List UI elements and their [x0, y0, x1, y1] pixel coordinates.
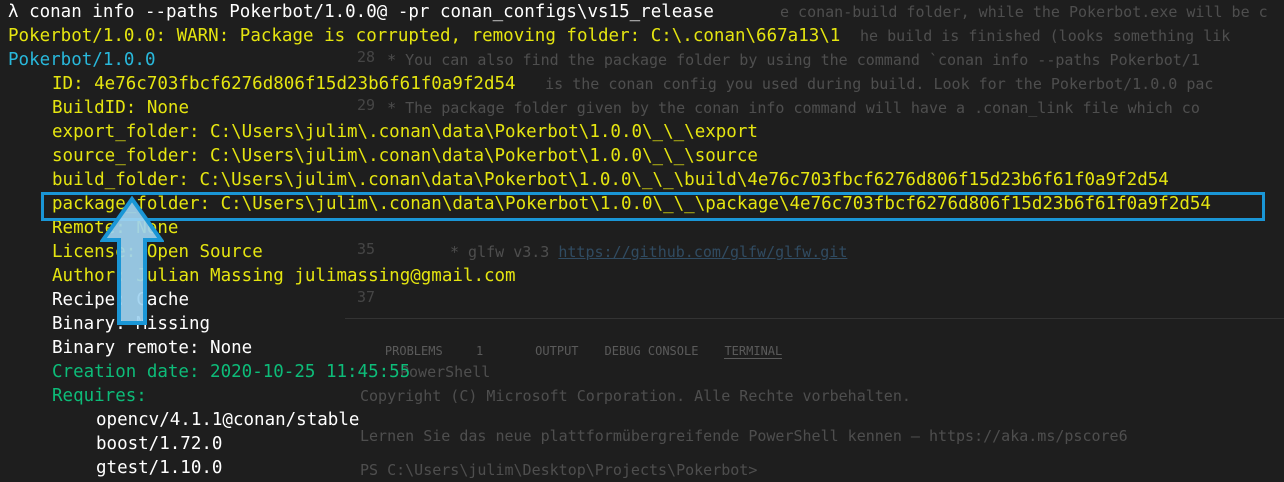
requires-item: boost/1.72.0	[96, 434, 223, 454]
field-value: C:\Users\julim\.conan\data\Pokerbot\1.0.…	[199, 146, 758, 166]
field-key: Requires:	[52, 386, 147, 406]
field-value: 4e76c703fbcf6276d806f15d23b6f61f0a9f2d54	[83, 74, 516, 94]
field-value: None	[136, 98, 189, 118]
field-binary-remote: Binary remote: None	[52, 336, 252, 360]
field-key: BuildID:	[52, 98, 137, 118]
command-line: λ conan info --paths Pokerbot/1.0.0@ -pr…	[8, 2, 714, 22]
warn-line: Pokerbot/1.0.0: WARN: Package is corrupt…	[8, 26, 841, 46]
field-buildid: BuildID: None	[52, 96, 189, 120]
field-value: 2020-10-25 11:45:55	[199, 362, 411, 382]
field-creation-date: Creation date: 2020-10-25 11:45:55	[52, 360, 410, 384]
terminal-output: λ conan info --paths Pokerbot/1.0.0@ -pr…	[0, 0, 1284, 480]
field-key: export_folder:	[52, 122, 200, 142]
field-value: C:\Users\julim\.conan\data\Pokerbot\1.0.…	[188, 170, 1169, 190]
up-arrow-icon	[100, 196, 164, 325]
package-ref: Pokerbot/1.0.0	[8, 50, 156, 70]
requires-item: opencv/4.1.1@conan/stable	[96, 410, 360, 430]
field-id: ID: 4e76c703fbcf6276d806f15d23b6f61f0a9f…	[52, 72, 516, 96]
field-source-folder: source_folder: C:\Users\julim\.conan\dat…	[52, 144, 758, 168]
field-key: Creation date:	[52, 362, 200, 382]
field-export-folder: export_folder: C:\Users\julim\.conan\dat…	[52, 120, 758, 144]
field-value: None	[199, 338, 253, 358]
field-value: Julian Massing julimassing@gmail.com	[125, 266, 516, 286]
highlight-box	[41, 192, 1265, 221]
field-value: C:\Users\julim\.conan\data\Pokerbot\1.0.…	[199, 122, 758, 142]
requires-item: gtest/1.10.0	[96, 458, 223, 478]
field-key: ID:	[52, 74, 84, 94]
field-key: build_folder:	[52, 170, 189, 190]
field-build-folder: build_folder: C:\Users\julim\.conan\data…	[52, 168, 1169, 192]
field-requires: Requires:	[52, 384, 147, 408]
field-key: source_folder:	[52, 146, 200, 166]
field-key: Binary remote:	[52, 338, 200, 358]
